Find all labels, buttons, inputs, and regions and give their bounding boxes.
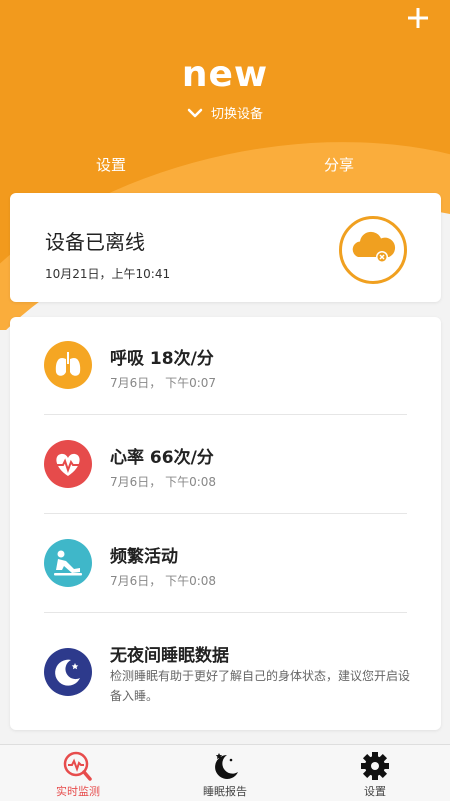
tab-sleep-report[interactable]: 睡眠报告 [165,745,285,801]
header-links: 设置 分享 [0,154,450,178]
activity-title: 频繁活动 [110,547,178,567]
tab-label: 设置 [364,785,386,798]
tab-realtime-monitor[interactable]: 实时监测 [18,745,138,801]
breathing-time: 7月6日， 下午0:07 [110,376,217,390]
sleep-report-icon [207,750,243,782]
list-item-heart-rate[interactable]: 心率 66次/分 7月6日， 下午0:08 [44,416,407,515]
list-item-breathing[interactable]: 呼吸 18次/分 7月6日， 下午0:07 [44,317,407,416]
chevron-down-icon [187,107,203,122]
plus-icon [408,8,428,28]
share-link[interactable]: 分享 [324,154,354,175]
tab-label: 睡眠报告 [203,785,247,798]
add-device-button[interactable] [406,6,430,30]
heart-rate-time: 7月6日， 下午0:08 [110,475,217,489]
gear-icon [357,750,393,782]
divider [44,612,407,613]
list-item-activity[interactable]: 频繁活动 7月6日， 下午0:08 [44,515,407,614]
cloud-offline-icon [339,216,407,284]
heart-rate-title: 心率 66次/分 [110,448,214,468]
monitor-icon [60,750,96,782]
activity-time: 7月6日， 下午0:08 [110,574,217,588]
switch-device-label: 切换设备 [210,107,263,122]
tab-settings[interactable]: 设置 [315,745,435,801]
metrics-list: 呼吸 18次/分 7月6日， 下午0:07 心率 66次/分 7月6日， 下午0… [10,317,441,730]
activity-icon [44,539,92,587]
sleep-description: 检测睡眠有助于更好了解自己的身体状态，建议您开启设备入睡。 [110,669,411,703]
device-status-time: 10月21日，上午10:41 [45,267,171,281]
device-status-card[interactable]: 设备已离线 10月21日，上午10:41 [10,193,441,302]
tab-label: 实时监测 [56,785,100,798]
switch-device-button[interactable]: 切换设备 [0,103,450,122]
divider [44,513,407,514]
settings-link[interactable]: 设置 [96,154,126,175]
sleep-title: 无夜间睡眠数据 [110,646,229,666]
heart-rate-icon [44,440,92,488]
list-item-sleep[interactable]: 无夜间睡眠数据 检测睡眠有助于更好了解自己的身体状态，建议您开启设备入睡。 [44,614,411,730]
breathing-title: 呼吸 18次/分 [110,349,214,369]
moon-icon [44,648,92,696]
device-name: new [181,54,269,95]
lungs-icon [44,341,92,389]
device-status-title: 设备已离线 [45,230,145,254]
divider [44,414,407,415]
bottom-tab-bar: 实时监测 睡眠报告 设置 [0,744,450,801]
